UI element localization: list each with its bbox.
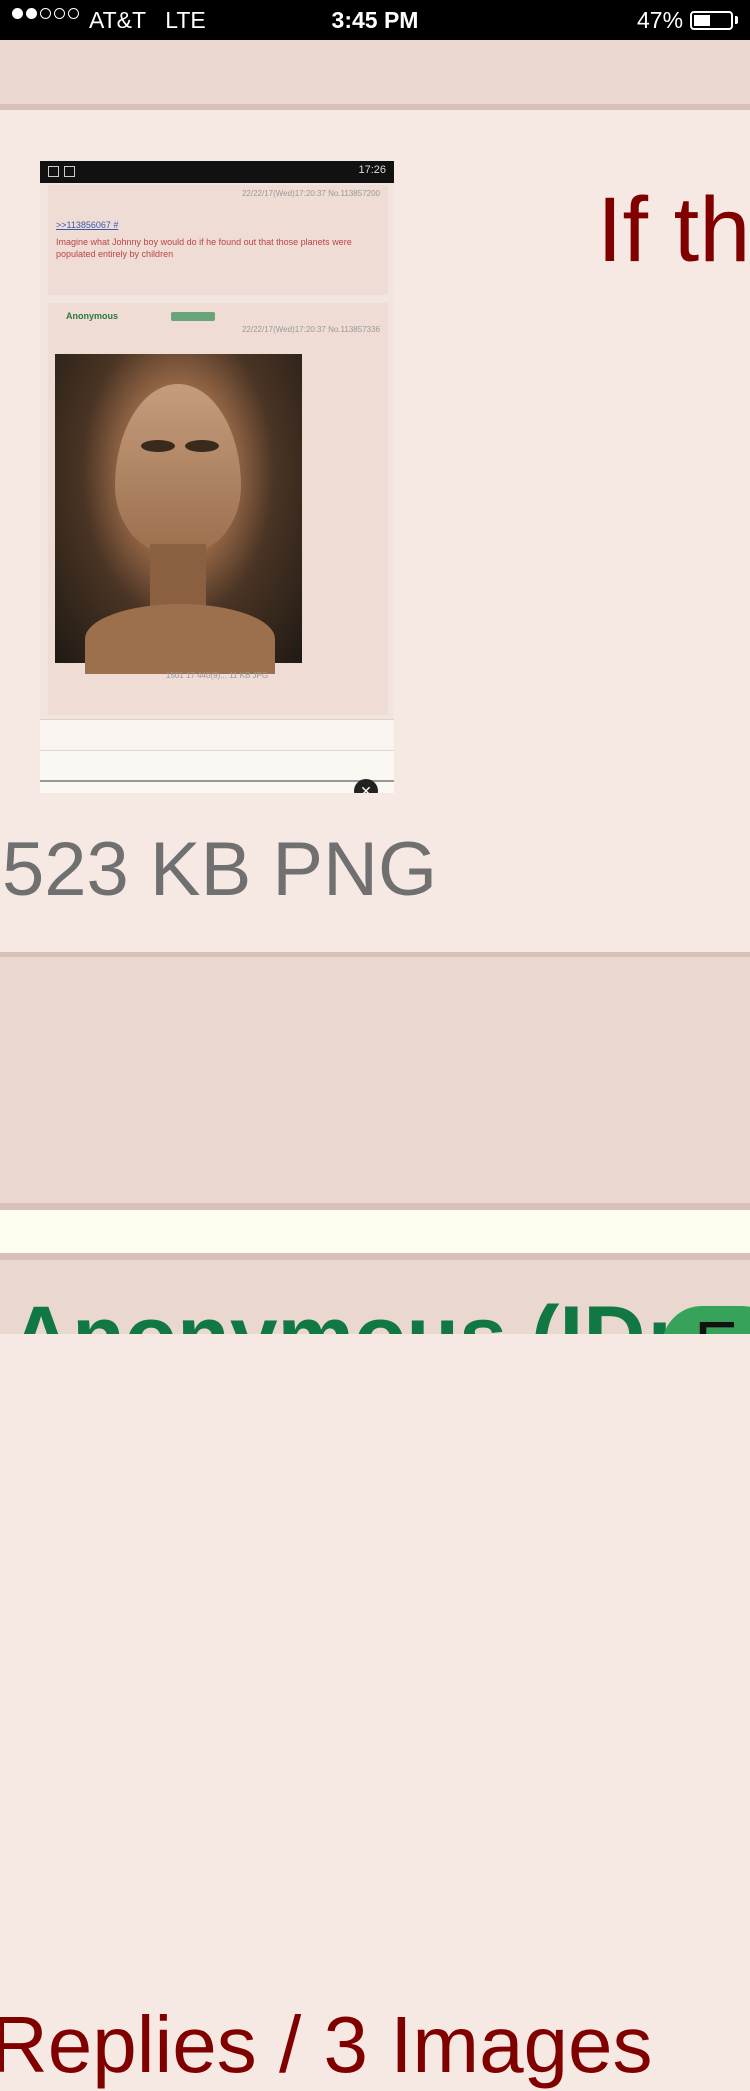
whatsapp-icon: [48, 166, 59, 177]
thumb-id-badge: [171, 312, 215, 321]
next-post-header: Anonymous (ID: F: [0, 1260, 750, 1334]
thumb-post-text: Imagine what Johnny boy would do if he f…: [56, 237, 352, 259]
thumb-status-bar: 17:26: [40, 161, 394, 183]
thumb-footer: [40, 719, 394, 750]
gallery-icon: [64, 166, 75, 177]
status-bar: AT&T LTE 3:45 PM 47%: [0, 0, 750, 40]
thumb-poster-name: Anonymous: [66, 311, 119, 321]
battery-tip: [735, 16, 738, 24]
thumb-post-meta: 22/22/17(Wed)17:20:37 No.113857200: [241, 189, 380, 198]
alien-head: [115, 384, 241, 554]
thread-stats-bar[interactable]: Replies / 3 Images: [0, 957, 750, 2089]
thumb-quote-link: >>113856067 #: [56, 220, 119, 230]
thumb-toolbar: [40, 750, 394, 793]
post-image-thumbnail[interactable]: 17:26 22/22/17(Wed)17:20:37 No.113857200…: [40, 161, 394, 793]
battery-icon: [690, 11, 733, 30]
alien-left-eye: [141, 440, 175, 452]
file-info: 523 KB PNG: [2, 827, 438, 912]
alien-photo: [55, 354, 302, 674]
thumb-scrollbar: [40, 780, 394, 782]
thumb-reply-post: 22/22/17(Wed)17:20:37 No.113857200 >>113…: [48, 185, 388, 295]
top-nav-bar: [0, 40, 750, 110]
replies-count-link[interactable]: Replies / 3 Images: [0, 1999, 653, 2091]
divider: [0, 1253, 750, 1260]
poster-id-badge[interactable]: F: [662, 1306, 750, 1334]
thumb-file-caption: 1501 17 440(9)... 11 KB JPG: [165, 671, 269, 680]
poster-name: Anonymous (ID:: [10, 1288, 674, 1334]
post-subject: If th: [597, 179, 750, 281]
divider: [0, 1203, 750, 1210]
battery-percentage: 47%: [637, 7, 684, 33]
alien-shoulders: [85, 604, 275, 674]
thumb-time: 17:26: [358, 164, 386, 176]
alien-right-eye: [185, 440, 219, 452]
thumb-post2-meta: 22/22/17(Wed)17:20:37 No.113857336: [241, 325, 380, 334]
spacer-strip: [0, 1210, 750, 1253]
